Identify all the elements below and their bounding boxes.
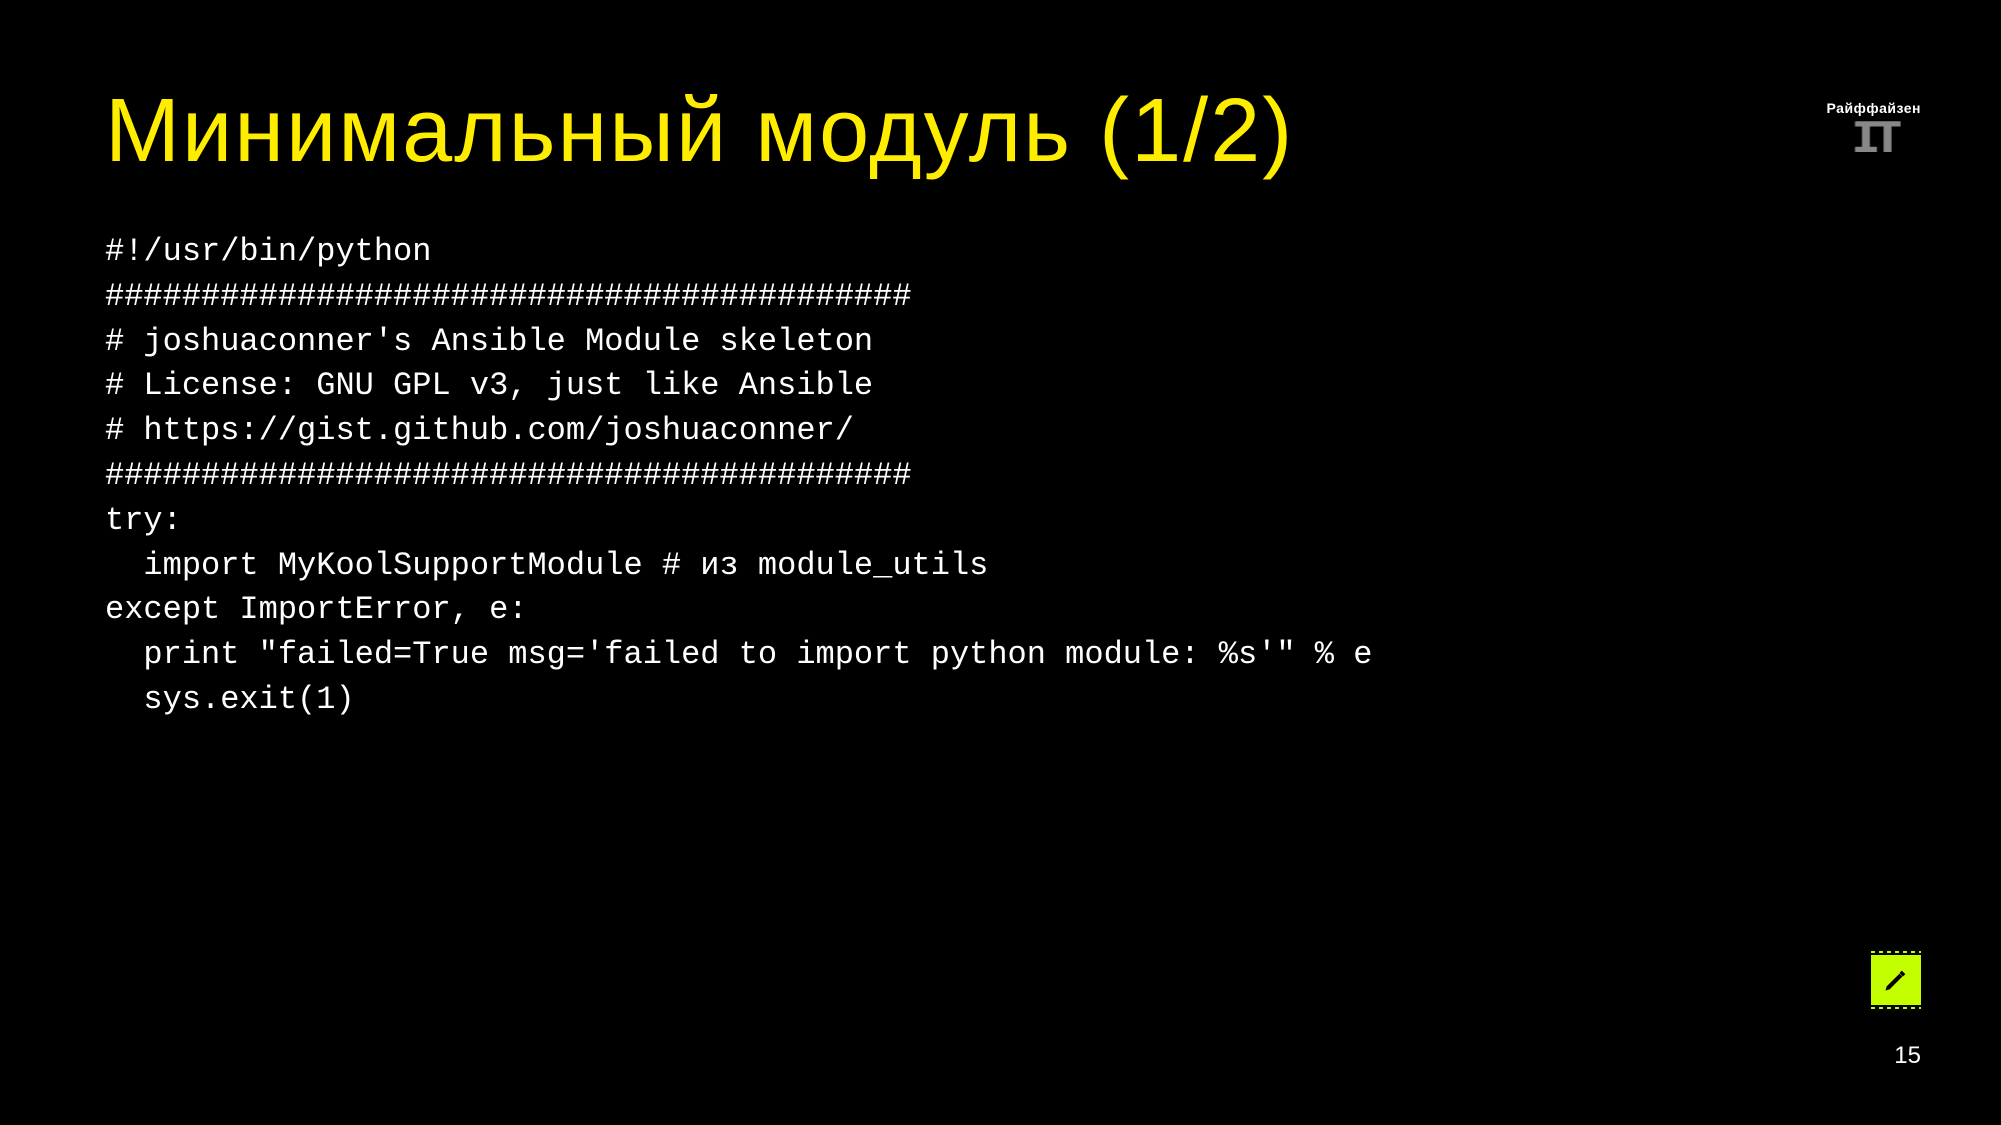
slide: Минимальный модуль (1/2) #!/usr/bin/pyth… (0, 0, 2001, 1125)
brand-logo: Райффайзен IT (1827, 100, 1921, 161)
pencil-icon (1871, 955, 1921, 1005)
brand-subtext: IT (1827, 120, 1921, 161)
slide-title: Минимальный модуль (1/2) (105, 80, 1294, 183)
code-block: #!/usr/bin/python ######################… (105, 230, 1372, 723)
page-number: 15 (1894, 1042, 1921, 1070)
pencil-badge (1871, 955, 1921, 1005)
